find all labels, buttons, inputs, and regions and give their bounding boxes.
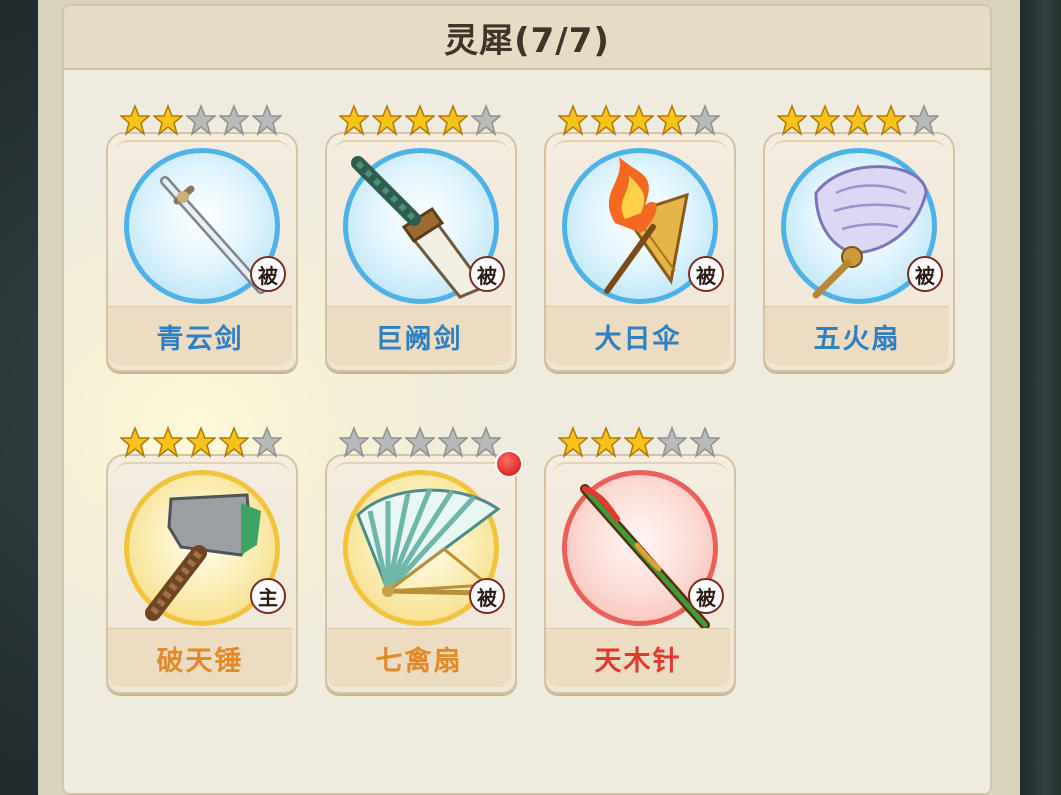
passive-badge: 被 — [688, 256, 724, 292]
treasure-card-dari[interactable]: 被 大日伞 — [544, 102, 736, 372]
treasure-card-tianmu[interactable]: 被 天木针 — [544, 424, 736, 694]
star-filled-icon — [120, 425, 150, 458]
treasure-card-juque[interactable]: 被 巨阙剑 — [325, 102, 517, 372]
treasure-card-qiqin[interactable]: 被 七禽扇 — [325, 424, 523, 694]
treasure-card-potian[interactable]: 主 破天锤 — [106, 424, 298, 694]
star-filled-icon — [876, 103, 906, 136]
item-name: 青云剑 — [156, 323, 244, 355]
star-empty-icon — [405, 425, 435, 458]
star-filled-icon — [657, 103, 687, 136]
star-empty-icon — [690, 103, 720, 136]
star-filled-icon — [153, 103, 183, 136]
star-filled-icon — [372, 103, 402, 136]
star-rating — [558, 424, 723, 460]
panel-title: 灵犀(7/7) — [444, 20, 610, 61]
star-empty-icon — [438, 425, 468, 458]
lingxi-panel: 灵犀(7/7) 被 青云剑 被 巨阙剑 被 大日伞 被 五火扇 主 破天锤 被 … — [62, 4, 992, 795]
star-empty-icon — [252, 425, 282, 458]
star-filled-icon — [558, 103, 588, 136]
name-strip: 七禽扇 — [327, 628, 511, 687]
passive-badge: 被 — [469, 256, 505, 292]
name-strip: 五火扇 — [765, 306, 949, 365]
treasure-card-wuhuo[interactable]: 被 五火扇 — [763, 102, 955, 372]
active-badge: 主 — [250, 578, 286, 614]
item-name: 天木针 — [594, 645, 682, 677]
panel-header: 灵犀(7/7) — [64, 6, 990, 70]
star-empty-icon — [657, 425, 687, 458]
background-strip — [1020, 0, 1061, 795]
name-strip: 大日伞 — [546, 306, 730, 365]
star-filled-icon — [558, 425, 588, 458]
star-filled-icon — [810, 103, 840, 136]
notification-dot — [495, 450, 523, 478]
star-filled-icon — [186, 425, 216, 458]
star-rating — [120, 424, 285, 460]
star-filled-icon — [219, 425, 249, 458]
star-empty-icon — [219, 103, 249, 136]
star-empty-icon — [339, 425, 369, 458]
star-empty-icon — [690, 425, 720, 458]
star-filled-icon — [591, 425, 621, 458]
star-empty-icon — [252, 103, 282, 136]
item-name: 破天锤 — [156, 645, 244, 677]
star-rating — [777, 102, 942, 138]
star-filled-icon — [153, 425, 183, 458]
passive-badge: 被 — [250, 256, 286, 292]
item-name: 五火扇 — [813, 323, 901, 355]
star-empty-icon — [909, 103, 939, 136]
passive-badge: 被 — [469, 578, 505, 614]
star-filled-icon — [624, 425, 654, 458]
star-filled-icon — [777, 103, 807, 136]
treasure-card-qingyun[interactable]: 被 青云剑 — [106, 102, 298, 372]
star-empty-icon — [471, 425, 501, 458]
star-empty-icon — [471, 103, 501, 136]
name-strip: 巨阙剑 — [327, 306, 511, 365]
star-empty-icon — [186, 103, 216, 136]
star-filled-icon — [438, 103, 468, 136]
name-strip: 青云剑 — [108, 306, 292, 365]
star-rating — [339, 102, 504, 138]
item-name: 巨阙剑 — [375, 323, 463, 355]
star-rating — [558, 102, 723, 138]
star-filled-icon — [624, 103, 654, 136]
star-rating — [339, 424, 504, 460]
star-empty-icon — [372, 425, 402, 458]
star-filled-icon — [405, 103, 435, 136]
star-rating — [120, 102, 285, 138]
name-strip: 天木针 — [546, 628, 730, 687]
passive-badge: 被 — [688, 578, 724, 614]
star-filled-icon — [120, 103, 150, 136]
star-filled-icon — [339, 103, 369, 136]
item-name: 七禽扇 — [375, 645, 463, 677]
passive-badge: 被 — [907, 256, 943, 292]
name-strip: 破天锤 — [108, 628, 292, 687]
item-name: 大日伞 — [594, 323, 682, 355]
star-filled-icon — [591, 103, 621, 136]
star-filled-icon — [843, 103, 873, 136]
